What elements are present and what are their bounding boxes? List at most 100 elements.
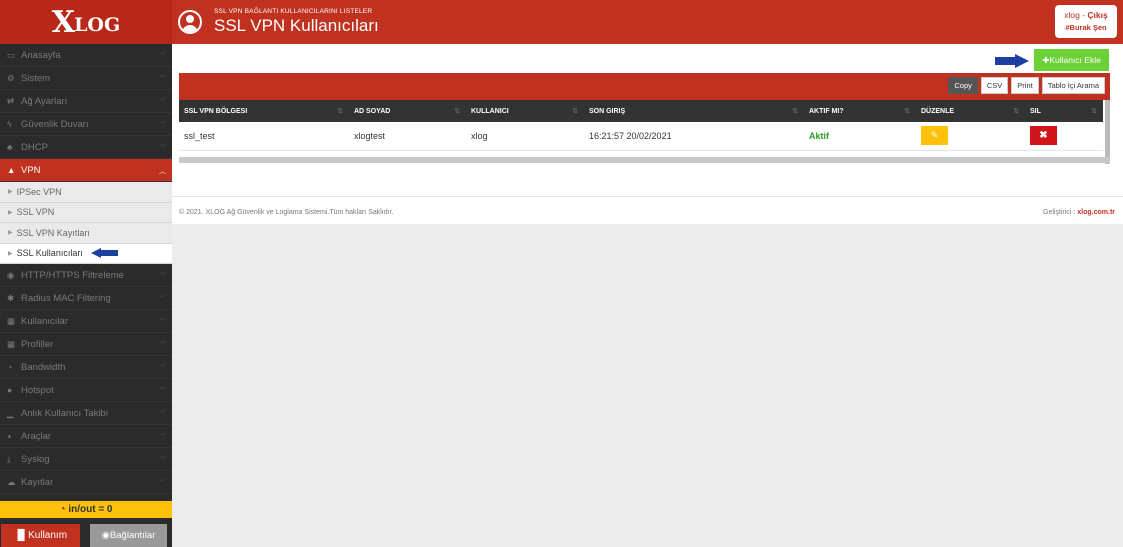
horizontal-scrollbar[interactable] bbox=[179, 157, 1110, 163]
col-header-label: AKTIF MI? bbox=[809, 107, 844, 115]
cell-duzenle: ✎ bbox=[916, 122, 1025, 151]
col-header-ad-soyad[interactable]: AD SOYAD ⇅ bbox=[349, 100, 466, 122]
sidebar-item-http-filtreleme[interactable]: ◉ HTTP/HTTPS Filtreleme ﹀ bbox=[0, 264, 172, 287]
footer-divider bbox=[172, 196, 1123, 197]
col-header-duzenle[interactable]: DÜZENLE ⇅ bbox=[916, 100, 1025, 122]
col-header-label: SON GIRIŞ bbox=[589, 107, 626, 115]
footer-copyright: © 2021. XLOG Ağ Güvenlik ve Loglama Sist… bbox=[179, 209, 394, 216]
sitemap-icon: ♣ bbox=[7, 142, 13, 152]
sidebar-item-araclar[interactable]: ◗ Araçlar ﹀ bbox=[0, 425, 172, 448]
sort-icon: ⇅ bbox=[572, 108, 578, 115]
delete-button[interactable]: ✖ bbox=[1030, 126, 1057, 146]
sidebar-item-hotspot[interactable]: ● Hotspot ﹀ bbox=[0, 379, 172, 402]
close-icon: ✖ bbox=[1039, 130, 1048, 142]
developer-label: Geliştirici : bbox=[1043, 209, 1078, 216]
chevron-down-icon: ﹀ bbox=[159, 434, 166, 441]
cell-aktif: Aktif bbox=[804, 122, 916, 151]
sort-icon: ⇅ bbox=[904, 108, 910, 115]
kullanim-button[interactable]: ▐▌ Kullanım bbox=[1, 524, 80, 547]
logo-text: LOG bbox=[74, 14, 121, 36]
cell-bolge: ssl_test bbox=[179, 122, 349, 151]
main-content: ✚ Kullanıcı Ekle Copy CSV Print Tablo İç… bbox=[172, 44, 1123, 547]
sidebar-item-label: DHCP bbox=[21, 141, 48, 153]
inout-text: in/out = 0 bbox=[68, 504, 113, 515]
chevron-down-icon: ﹀ bbox=[159, 53, 166, 60]
col-header-aktif[interactable]: AKTIF MI? ⇅ bbox=[804, 100, 916, 122]
table-row: ssl_test xlogtest xlog 16:21:57 20/02/20… bbox=[179, 122, 1103, 151]
sidebar-item-kayitlar[interactable]: ☁ Kayıtlar ﹀ bbox=[0, 471, 172, 494]
sidebar-subitem-label: SSL Kullanıcıları bbox=[16, 248, 83, 259]
cell-son-giris: 16:21:57 20/02/2021 bbox=[584, 122, 804, 151]
dashboard-icon: ◔ bbox=[7, 362, 13, 372]
sidebar-item-label: Ağ Ayarları bbox=[21, 95, 68, 107]
gears-icon: ⚙ bbox=[7, 72, 15, 83]
edit-button[interactable]: ✎ bbox=[921, 126, 948, 146]
signal-icon: ▁ bbox=[7, 407, 14, 418]
cell-sil: ✖ bbox=[1025, 122, 1103, 151]
add-user-label: Kullanıcı Ekle bbox=[1049, 55, 1101, 65]
sidebar-item-label: HTTP/HTTPS Filtreleme bbox=[21, 269, 124, 281]
sidebar-item-vpn[interactable]: ▲ VPN ︿ bbox=[0, 159, 172, 182]
col-header-label: AD SOYAD bbox=[354, 107, 391, 115]
table-search-button[interactable]: Tablo İçi Arama bbox=[1041, 77, 1105, 94]
sidebar-item-radius-mac[interactable]: ✱ Radius MAC Filtering ﹀ bbox=[0, 287, 172, 310]
sidebar-item-label: Hotspot bbox=[21, 384, 54, 396]
sidebar-item-bandwidth[interactable]: ◔ Bandwidth ﹀ bbox=[0, 356, 172, 379]
sidebar-subitem-ssl-vpn[interactable]: ▶ SSL VPN bbox=[0, 202, 172, 223]
add-user-button[interactable]: ✚ Kullanıcı Ekle bbox=[1034, 49, 1109, 71]
col-header-kullanici[interactable]: KULLANICI ⇅ bbox=[466, 100, 584, 122]
sidebar-item-label: Bandwidth bbox=[21, 361, 66, 373]
col-header-bolge[interactable]: SSL VPN BÖLGESI ⇅ bbox=[179, 100, 349, 122]
baglantilar-button[interactable]: ◉ Bağlantılar bbox=[90, 524, 167, 547]
sidebar-subitem-ssl-kullanicilari[interactable]: ▶ SSL Kullanıcıları bbox=[0, 243, 172, 264]
footer-developer: Geliştirici : xlog.com.tr bbox=[1043, 209, 1115, 216]
globe-icon: ● bbox=[7, 385, 13, 395]
sidebar-item-guvenlik-duvari[interactable]: ϟ Güvenlik Duvarı ﹀ bbox=[0, 113, 172, 136]
kullanim-label: Kullanım bbox=[28, 530, 68, 541]
sidebar-subitem-ssl-vpn-kayitlari[interactable]: ▶ SSL VPN Kayıtları bbox=[0, 223, 172, 244]
inout-counter: ◔ in/out = 0 bbox=[0, 501, 172, 518]
developer-link[interactable]: xlog.com.tr bbox=[1077, 209, 1115, 216]
col-header-sil[interactable]: SIL ⇅ bbox=[1025, 100, 1103, 122]
sort-icon: ⇅ bbox=[1013, 108, 1019, 115]
col-header-son-giris[interactable]: SON GIRIŞ ⇅ bbox=[584, 100, 804, 122]
col-header-label: SIL bbox=[1030, 107, 1041, 115]
caret-right-icon: ▶ bbox=[8, 209, 13, 216]
cloud-icon: ☁ bbox=[7, 476, 16, 487]
chevron-down-icon: ﹀ bbox=[159, 99, 166, 106]
sidebar-item-profiller[interactable]: ▦ Profiller ﹀ bbox=[0, 333, 172, 356]
print-button[interactable]: Print bbox=[1011, 77, 1039, 94]
sidebar: ▭ Anasayfa ﹀ ⚙ Sistem ﹀ ⇄ Ağ Ayarları ﹀ ϟ Güven… bbox=[0, 44, 172, 547]
sidebar-item-sistem[interactable]: ⚙ Sistem ﹀ bbox=[0, 67, 172, 90]
magnet-icon: ◗ bbox=[7, 431, 13, 441]
cell-kullanici: xlog bbox=[466, 122, 584, 151]
vertical-scrollbar[interactable] bbox=[1105, 100, 1110, 164]
cell-ad-soyad: xlogtest bbox=[349, 122, 466, 151]
sidebar-item-anlik-takip[interactable]: ▁ Anlık Kullanıcı Takibi ﹀ bbox=[0, 402, 172, 425]
eye-slash-icon: ◉ bbox=[7, 269, 15, 280]
copy-button[interactable]: Copy bbox=[948, 77, 978, 94]
sidebar-item-ag-ayarlari[interactable]: ⇄ Ağ Ayarları ﹀ bbox=[0, 90, 172, 113]
sidebar-item-label: Anasayfa bbox=[21, 49, 61, 61]
logout-link[interactable]: Çıkış bbox=[1087, 10, 1107, 20]
chevron-down-icon: ﹀ bbox=[159, 76, 166, 83]
user-avatar-icon bbox=[178, 10, 202, 34]
csv-button[interactable]: CSV bbox=[980, 77, 1009, 94]
xlog-logo[interactable]: X LOG bbox=[0, 0, 172, 44]
chevron-down-icon: ﹀ bbox=[159, 122, 166, 129]
bar-chart-icon: ▐▌ bbox=[13, 530, 29, 541]
edit-icon: ✎ bbox=[930, 130, 939, 141]
sidebar-item-kullanicilar[interactable]: ▦ Kullanıcılar ﹀ bbox=[0, 310, 172, 333]
chevron-down-icon: ﹀ bbox=[159, 342, 166, 349]
sidebar-item-anasayfa[interactable]: ▭ Anasayfa ﹀ bbox=[0, 44, 172, 67]
sidebar-subitem-ipsec-vpn[interactable]: ▶ IPSec VPN bbox=[0, 182, 172, 203]
chevron-down-icon: ﹀ bbox=[159, 457, 166, 464]
chevron-down-icon: ﹀ bbox=[159, 365, 166, 372]
sidebar-item-syslog[interactable]: ⤓ Syslog ﹀ bbox=[0, 448, 172, 471]
page-heading: SSL VPN BAĞLANTI KULLANICILARINI LISTELE… bbox=[214, 8, 379, 36]
sidebar-item-label: Kullanıcılar bbox=[21, 315, 68, 327]
sidebar-item-label: Radius MAC Filtering bbox=[21, 292, 111, 304]
monitor-icon: ▭ bbox=[7, 49, 16, 60]
sidebar-item-dhcp[interactable]: ♣ DHCP ﹀ bbox=[0, 136, 172, 159]
table-icon: ▦ bbox=[7, 338, 16, 349]
